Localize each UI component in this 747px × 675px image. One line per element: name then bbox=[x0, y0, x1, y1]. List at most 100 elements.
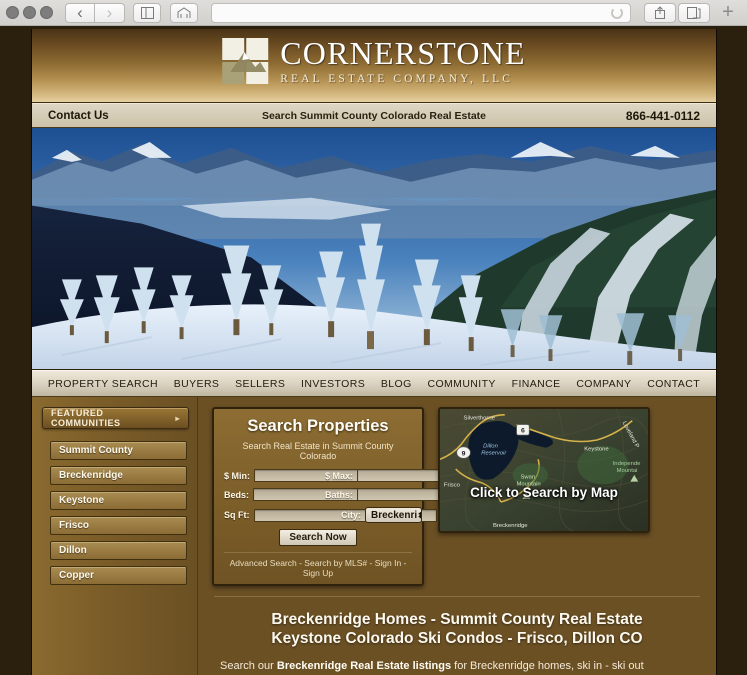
nav-item-finance[interactable]: FINANCE bbox=[512, 378, 561, 390]
min-price-field: $ Min: bbox=[224, 469, 437, 482]
maximize-window-button[interactable] bbox=[40, 6, 53, 19]
community-label: Dillon bbox=[59, 545, 87, 556]
page-body: FEATURED COMMUNITIES ▸ Summit County Bre… bbox=[32, 397, 716, 675]
search-by-map-panel[interactable]: 9 6 Silverthorne Dillon Reservoir Keysto… bbox=[438, 407, 650, 533]
nav-item-contact[interactable]: CONTACT bbox=[647, 378, 700, 390]
property-search-panel: Search Properties Search Real Estate in … bbox=[212, 407, 541, 586]
svg-text:Swan: Swan bbox=[520, 475, 535, 481]
sidebar: FEATURED COMMUNITIES ▸ Summit County Bre… bbox=[32, 397, 198, 675]
back-icon[interactable]: ‹ bbox=[65, 2, 95, 23]
sidebar-item-summit-county[interactable]: Summit County bbox=[50, 441, 187, 460]
chevron-right-icon: ▸ bbox=[175, 413, 180, 423]
svg-text:9: 9 bbox=[462, 451, 466, 458]
nav-item-property-search[interactable]: PROPERTY SEARCH bbox=[48, 378, 158, 390]
page-title: Breckenridge Homes - Summit County Real … bbox=[212, 611, 702, 649]
svg-text:Silverthorne: Silverthorne bbox=[464, 416, 495, 422]
min-price-label: $ Min: bbox=[224, 470, 250, 481]
search-by-mls-link[interactable]: Search by MLS# bbox=[304, 558, 367, 568]
browser-toolbar: ‹ › + bbox=[0, 0, 747, 26]
forward-icon[interactable]: › bbox=[95, 2, 125, 23]
search-panel-title: Search Properties bbox=[247, 417, 389, 435]
site-container: CORNERSTONE REAL ESTATE COMPANY, LLC Con… bbox=[31, 29, 717, 675]
share-icon[interactable] bbox=[644, 2, 676, 23]
select-stepper-icon: ⬍ bbox=[417, 511, 421, 520]
tabs-icon[interactable] bbox=[678, 2, 710, 23]
sqft-label: Sq Ft: bbox=[224, 510, 250, 520]
nav-item-blog[interactable]: BLOG bbox=[381, 378, 412, 390]
search-panel-links: Advanced Search - Search by MLS# - Sign … bbox=[224, 552, 412, 578]
logo-name: CORNERSTONE bbox=[280, 35, 526, 71]
window-traffic-lights[interactable] bbox=[0, 6, 53, 19]
baths-label: Baths: bbox=[325, 489, 354, 500]
headline-line-2: Keystone Colorado Ski Condos - Frisco, D… bbox=[271, 629, 643, 647]
sign-in-link[interactable]: Sign In bbox=[375, 558, 401, 568]
logo-subtitle: REAL ESTATE COMPANY, LLC bbox=[280, 73, 514, 85]
link-sep-3: - bbox=[401, 558, 407, 568]
reader-icon[interactable] bbox=[170, 2, 198, 23]
max-price-label: $ Max: bbox=[325, 470, 354, 481]
web-page-viewport: CORNERSTONE REAL ESTATE COMPANY, LLC Con… bbox=[0, 26, 747, 675]
logo-wordmark: CORNERSTONE REAL ESTATE COMPANY, LLC bbox=[280, 37, 526, 86]
sidebar-item-copper[interactable]: Copper bbox=[50, 566, 187, 585]
svg-text:Reservoir: Reservoir bbox=[481, 451, 507, 457]
utility-bar: Contact Us Search Summit County Colorado… bbox=[32, 103, 716, 128]
search-now-button[interactable]: Search Now bbox=[279, 529, 357, 546]
community-label: Frisco bbox=[59, 520, 90, 531]
intro-paragraph: Search our Breckenridge Real Estate list… bbox=[220, 659, 696, 675]
top-panels-row: Search Properties Search Real Estate in … bbox=[212, 407, 702, 586]
svg-text:Keystone: Keystone bbox=[584, 447, 608, 453]
nav-item-sellers[interactable]: SELLERS bbox=[235, 378, 285, 390]
nav-item-investors[interactable]: INVESTORS bbox=[301, 378, 365, 390]
city-label: City: bbox=[341, 510, 361, 520]
site-masthead: CORNERSTONE REAL ESTATE COMPANY, LLC bbox=[32, 29, 716, 103]
community-label: Breckenridge bbox=[59, 470, 123, 481]
close-window-button[interactable] bbox=[6, 6, 19, 19]
link-sep-2: - bbox=[367, 558, 375, 568]
city-field: City: Breckenri ⬍ bbox=[325, 507, 422, 523]
loading-spinner-icon bbox=[611, 6, 623, 19]
svg-text:6: 6 bbox=[521, 428, 525, 435]
nav-item-company[interactable]: COMPANY bbox=[576, 378, 631, 390]
community-label: Keystone bbox=[59, 495, 105, 506]
toolbar-right-group: + bbox=[643, 1, 747, 23]
sidebar-featured-communities-header[interactable]: FEATURED COMMUNITIES ▸ bbox=[42, 407, 189, 429]
featured-communities-label: FEATURED COMMUNITIES bbox=[51, 408, 121, 428]
baths-field: Baths: bbox=[325, 488, 541, 501]
advanced-search-link[interactable]: Advanced Search bbox=[230, 558, 297, 568]
nav-item-buyers[interactable]: BUYERS bbox=[174, 378, 220, 390]
community-label: Copper bbox=[59, 570, 94, 581]
history-nav-group[interactable]: ‹ › bbox=[65, 2, 125, 23]
beds-field: Beds: bbox=[224, 488, 437, 501]
copy-part-2: Breckenridge Real Estate listings bbox=[276, 660, 452, 673]
main-navigation: PROPERTY SEARCH BUYERS SELLERS INVESTORS… bbox=[32, 370, 716, 397]
nav-item-community[interactable]: COMMUNITY bbox=[427, 378, 495, 390]
sidebar-icon[interactable] bbox=[133, 2, 161, 23]
svg-text:Breckenridge: Breckenridge bbox=[493, 523, 528, 529]
search-panel-subtitle: Search Real Estate in Summit County Colo… bbox=[242, 441, 394, 461]
search-row-sqft-city: Sq Ft: City: Breckenri ⬍ bbox=[224, 507, 437, 523]
minimize-window-button[interactable] bbox=[23, 6, 36, 19]
hero-banner-image bbox=[32, 128, 716, 370]
section-divider bbox=[214, 596, 700, 597]
site-logo[interactable]: CORNERSTONE REAL ESTATE COMPANY, LLC bbox=[222, 37, 526, 86]
svg-text:Independe: Independe bbox=[613, 461, 641, 467]
address-bar[interactable] bbox=[211, 2, 631, 23]
svg-text:Mountai: Mountai bbox=[617, 468, 638, 474]
sign-up-link[interactable]: Sign Up bbox=[303, 568, 333, 578]
sidebar-item-dillon[interactable]: Dillon bbox=[50, 541, 187, 560]
sidebar-item-breckenridge[interactable]: Breckenridge bbox=[50, 466, 187, 485]
max-price-field: $ Max: bbox=[325, 469, 541, 482]
mountain-logo-icon bbox=[222, 38, 269, 85]
community-label: Summit County bbox=[59, 445, 133, 456]
main-content: Search Properties Search Real Estate in … bbox=[198, 397, 716, 675]
sidebar-item-keystone[interactable]: Keystone bbox=[50, 491, 187, 510]
city-select[interactable]: Breckenri ⬍ bbox=[365, 507, 422, 523]
sidebar-item-frisco[interactable]: Frisco bbox=[50, 516, 187, 535]
sqft-field: Sq Ft: bbox=[224, 508, 437, 522]
beds-label: Beds: bbox=[224, 489, 250, 500]
svg-text:Dillon: Dillon bbox=[483, 444, 498, 450]
city-select-value: Breckenri bbox=[371, 509, 418, 521]
map-cta-label: Click to Search by Map bbox=[470, 484, 618, 500]
search-row-price: $ Min: $ Max: bbox=[224, 469, 541, 482]
new-tab-button[interactable]: + bbox=[712, 1, 744, 23]
